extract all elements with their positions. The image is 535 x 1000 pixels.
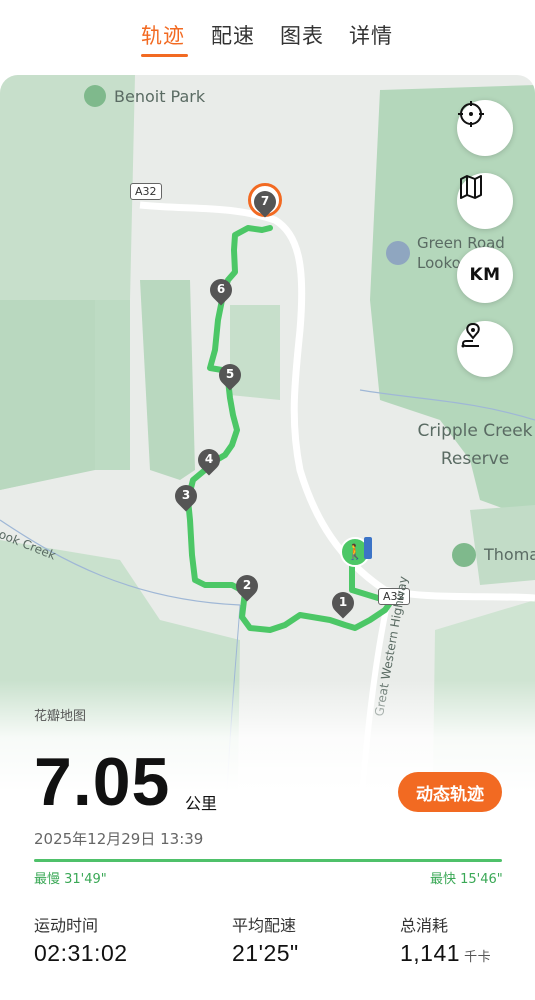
km-marker-6[interactable]: 6 xyxy=(210,282,232,296)
fastest-pace: 最快 15'46" xyxy=(430,872,503,887)
map-source-label: 花瓣地图 xyxy=(34,709,87,724)
calories-stat: 1,141 千卡 xyxy=(400,940,491,967)
calories-label: 总消耗 xyxy=(400,916,449,935)
calories-unit: 千卡 xyxy=(464,949,492,964)
reserve-label: Cripple Creek Reserve xyxy=(417,421,533,469)
workout-date: 2025年12月29日 13:39 xyxy=(34,830,204,848)
km-toggle-button[interactable]: KM xyxy=(457,247,513,303)
tab-chart[interactable]: 图表 xyxy=(280,20,324,50)
distance-unit: 公里 xyxy=(185,794,218,813)
locate-button[interactable] xyxy=(457,100,513,156)
crosshair-icon xyxy=(458,101,484,127)
tab-track[interactable]: 轨迹 xyxy=(141,20,185,50)
map-layer-button[interactable] xyxy=(457,173,513,229)
duration-value: 02:31:02 xyxy=(34,940,128,966)
km-marker-5[interactable]: 5 xyxy=(219,367,241,381)
tab-details[interactable]: 详情 xyxy=(349,20,393,50)
active-tab-indicator xyxy=(141,54,188,57)
calories-value: 1,141 xyxy=(400,940,461,966)
km-marker-4[interactable]: 4 xyxy=(198,452,220,466)
km-marker-3[interactable]: 3 xyxy=(175,488,197,502)
duration-label: 运动时间 xyxy=(34,916,99,935)
km-marker-7[interactable]: 7 xyxy=(254,194,276,208)
map-icon xyxy=(460,175,482,199)
route-button[interactable] xyxy=(457,321,513,377)
slowest-pace: 最慢 31'49" xyxy=(34,872,107,887)
top-tab-bar: 轨迹 配速 图表 详情 xyxy=(0,0,535,75)
tab-pace[interactable]: 配速 xyxy=(211,20,255,50)
dynamic-track-button[interactable]: 动态轨迹 xyxy=(398,772,502,812)
avg-pace-value: 21'25" xyxy=(232,940,299,966)
km-marker-1[interactable]: 1 xyxy=(332,595,354,609)
km-marker-2[interactable]: 2 xyxy=(236,578,258,592)
park-icon xyxy=(452,543,476,567)
park-label: Benoit Park xyxy=(114,87,206,106)
road-badge: A32 xyxy=(130,183,162,200)
place-label: Thoma xyxy=(484,545,535,564)
distance-value: 7.05 xyxy=(34,744,171,820)
park-icon xyxy=(84,85,106,107)
route-icon xyxy=(461,322,480,348)
pace-range-bar xyxy=(34,859,502,862)
start-flag-icon xyxy=(364,537,372,559)
avg-pace-label: 平均配速 xyxy=(232,916,297,935)
camera-icon xyxy=(386,241,410,265)
